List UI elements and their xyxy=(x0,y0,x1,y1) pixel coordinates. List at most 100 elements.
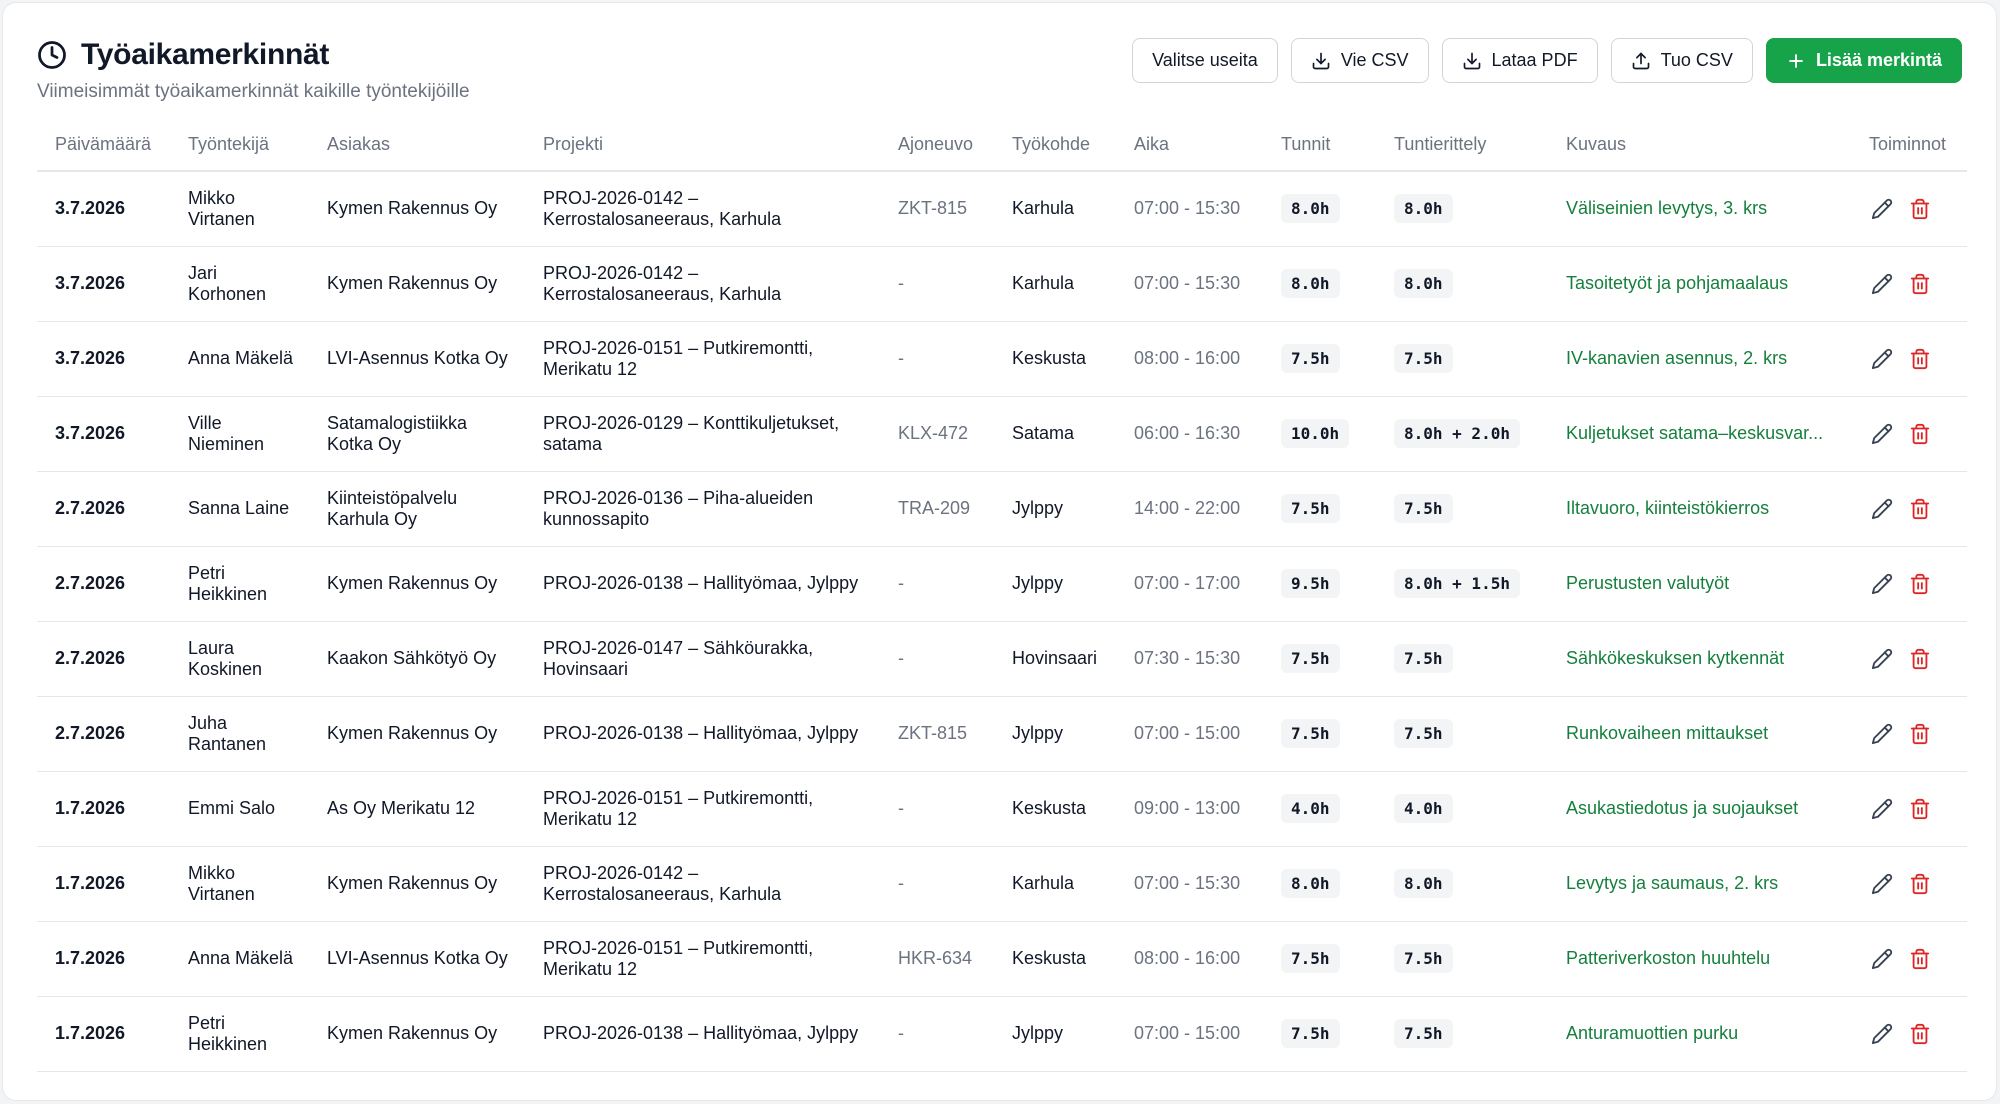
table-row[interactable]: 2.7.2026 Juha Rantanen Kymen Rakennus Oy PR… xyxy=(37,696,1967,772)
cell-site: Jylppy xyxy=(994,696,1116,772)
cell-employee: Jari Korhonen xyxy=(170,246,309,322)
edit-icon[interactable] xyxy=(1871,873,1893,895)
cell-time: 07:00 - 15:30 xyxy=(1116,246,1263,322)
edit-icon[interactable] xyxy=(1871,348,1893,370)
edit-icon[interactable] xyxy=(1871,423,1893,445)
cell-hours: 7.5h xyxy=(1263,621,1376,697)
cell-breakdown: 7.5h xyxy=(1376,696,1548,772)
delete-icon[interactable] xyxy=(1909,873,1931,895)
cell-actions xyxy=(1851,621,1967,697)
col-time-header[interactable]: Aika xyxy=(1116,119,1263,172)
cell-date: 3.7.2026 xyxy=(37,321,170,397)
delete-icon[interactable] xyxy=(1909,573,1931,595)
cell-hours: 9.5h xyxy=(1263,546,1376,622)
col-employee-header[interactable]: Työntekijä xyxy=(170,119,309,172)
table-row[interactable]: 3.7.2026 Jari Korhonen Kymen Rakennus Oy PR… xyxy=(37,246,1967,322)
table-row[interactable]: 1.7.2026 Emmi Salo As Oy Merikatu 12 PROJ-2… xyxy=(37,771,1967,847)
cell-date: 1.7.2026 xyxy=(37,846,170,922)
table-row[interactable]: 1.7.2026 Petri Heikkinen Kymen Rakennus Oy… xyxy=(37,996,1967,1072)
cell-date: 1.7.2026 xyxy=(37,771,170,847)
cell-project: PROJ-2026-0142 – Kerrostalosaneeraus, Ka… xyxy=(525,246,880,322)
table-row[interactable]: 1.7.2026 Anna Mäkelä LVI-Asennus Kotka Oy P… xyxy=(37,921,1967,997)
download-pdf-label: Lataa PDF xyxy=(1491,50,1578,70)
delete-icon[interactable] xyxy=(1909,723,1931,745)
cell-vehicle: - xyxy=(880,321,994,397)
cell-actions xyxy=(1851,321,1967,397)
delete-icon[interactable] xyxy=(1909,348,1931,370)
delete-icon[interactable] xyxy=(1909,948,1931,970)
import-csv-button[interactable]: Tuo CSV xyxy=(1610,38,1753,83)
edit-icon[interactable] xyxy=(1871,573,1893,595)
delete-icon[interactable] xyxy=(1909,198,1931,220)
cell-description: Tasoitetyöt ja pohjamaalaus xyxy=(1548,246,1851,322)
table-row[interactable]: 2.7.2026 Laura Koskinen Kaakon Sähkötyö Oy… xyxy=(37,621,1967,697)
row-actions xyxy=(1869,798,1957,820)
delete-icon[interactable] xyxy=(1909,1023,1931,1045)
table-row[interactable]: 1.7.2026 Mikko Virtanen Kymen Rakennus Oy P… xyxy=(37,846,1967,922)
cell-description: Levytys ja saumaus, 2. krs xyxy=(1548,846,1851,922)
cell-site: Keskusta xyxy=(994,771,1116,847)
edit-icon[interactable] xyxy=(1871,723,1893,745)
table-row[interactable]: 2.7.2026 Petri Heikkinen Kymen Rakennus Oy… xyxy=(37,546,1967,622)
cell-hours: 4.0h xyxy=(1263,771,1376,847)
table-row[interactable]: 2.7.2026 Sanna Laine Kiinteistöpalvelu Kar… xyxy=(37,471,1967,547)
delete-icon[interactable] xyxy=(1909,423,1931,445)
cell-client: Kymen Rakennus Oy xyxy=(309,171,525,247)
edit-icon[interactable] xyxy=(1871,498,1893,520)
add-entry-button[interactable]: Lisää merkintä xyxy=(1765,38,1962,83)
row-actions xyxy=(1869,648,1957,670)
col-site-header[interactable]: Työkohde xyxy=(994,119,1116,172)
cell-client: Kymen Rakennus Oy xyxy=(309,246,525,322)
col-description-header[interactable]: Kuvaus xyxy=(1548,119,1851,172)
cell-actions xyxy=(1851,771,1967,847)
edit-icon[interactable] xyxy=(1871,198,1893,220)
cell-employee: Petri Heikkinen xyxy=(170,546,309,622)
cell-project: PROJ-2026-0151 – Putkiremontti, Merikatu… xyxy=(525,771,880,847)
cell-breakdown: 8.0h + 1.5h xyxy=(1376,546,1548,622)
download-pdf-button[interactable]: Lataa PDF xyxy=(1441,38,1598,83)
col-project-header[interactable]: Projekti xyxy=(525,119,880,172)
row-actions xyxy=(1869,1023,1957,1045)
cell-project: PROJ-2026-0136 – Piha-alueiden kunnossap… xyxy=(525,471,880,547)
export-csv-label: Vie CSV xyxy=(1340,50,1409,70)
table-row[interactable]: 3.7.2026 Mikko Virtanen Kymen Rakennus Oy P… xyxy=(37,171,1967,247)
cell-date: 2.7.2026 xyxy=(37,546,170,622)
row-actions xyxy=(1869,273,1957,295)
col-vehicle-header[interactable]: Ajoneuvo xyxy=(880,119,994,172)
col-client-header[interactable]: Asiakas xyxy=(309,119,525,172)
time-entries-card: Työaikamerkinnät Viimeisimmät työaikamer… xyxy=(2,2,1997,1101)
col-breakdown-header[interactable]: Tuntierittely xyxy=(1376,119,1548,172)
edit-icon[interactable] xyxy=(1871,798,1893,820)
delete-icon[interactable] xyxy=(1909,498,1931,520)
export-csv-button[interactable]: Vie CSV xyxy=(1290,38,1429,83)
hours-badge: 7.5h xyxy=(1281,719,1340,748)
edit-icon[interactable] xyxy=(1871,648,1893,670)
breakdown-badge: 7.5h xyxy=(1394,719,1453,748)
edit-icon[interactable] xyxy=(1871,273,1893,295)
delete-icon[interactable] xyxy=(1909,273,1931,295)
download-icon xyxy=(1312,52,1330,69)
cell-vehicle: - xyxy=(880,546,994,622)
cell-hours: 7.5h xyxy=(1263,696,1376,772)
cell-breakdown: 8.0h xyxy=(1376,246,1548,322)
cell-project: PROJ-2026-0138 – Hallityömaa, Jylppy xyxy=(525,996,880,1072)
cell-description: Asukastiedotus ja suojaukset xyxy=(1548,771,1851,847)
delete-icon[interactable] xyxy=(1909,648,1931,670)
select-multiple-label: Valitse useita xyxy=(1152,50,1258,70)
edit-icon[interactable] xyxy=(1871,948,1893,970)
table-body: 3.7.2026 Mikko Virtanen Kymen Rakennus Oy P… xyxy=(37,171,1967,1072)
col-actions-header[interactable]: Toiminnot xyxy=(1851,119,1967,172)
cell-employee: Petri Heikkinen xyxy=(170,996,309,1072)
table-row[interactable]: 3.7.2026 Anna Mäkelä LVI-Asennus Kotka Oy P… xyxy=(37,321,1967,397)
col-hours-header[interactable]: Tunnit xyxy=(1263,119,1376,172)
delete-icon[interactable] xyxy=(1909,798,1931,820)
edit-icon[interactable] xyxy=(1871,1023,1893,1045)
cell-actions xyxy=(1851,546,1967,622)
cell-description: Sähkökeskuksen kytkennät xyxy=(1548,621,1851,697)
toolbar-actions: Valitse useita Vie CSV Lataa PDF Tuo CSV xyxy=(1132,38,1962,83)
cell-vehicle: KLX-472 xyxy=(880,396,994,472)
cell-vehicle: - xyxy=(880,996,994,1072)
table-row[interactable]: 3.7.2026 Ville Nieminen Satamalogistiikka … xyxy=(37,396,1967,472)
select-multiple-button[interactable]: Valitse useita xyxy=(1132,38,1278,83)
col-date-header[interactable]: Päivämäärä xyxy=(37,119,170,172)
